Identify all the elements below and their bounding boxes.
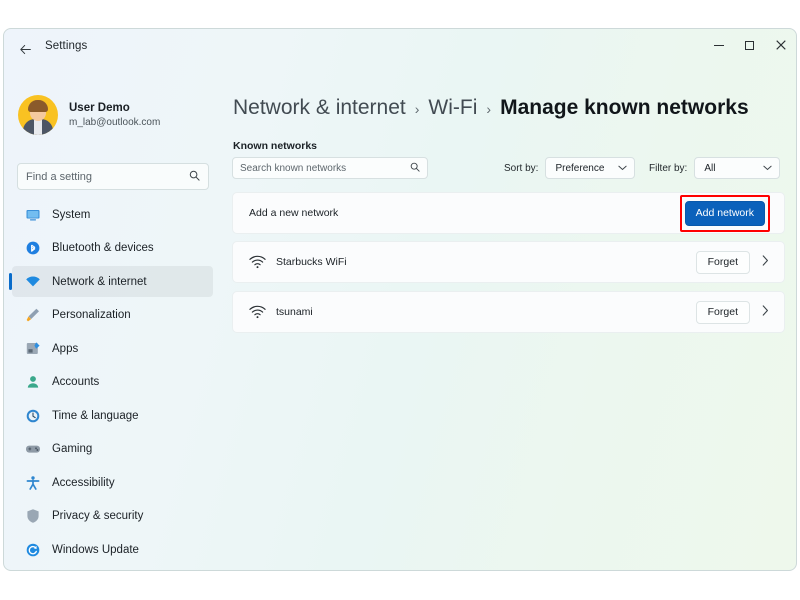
find-a-setting-placeholder: Find a setting — [26, 170, 93, 183]
filter-by-dropdown[interactable]: All — [694, 157, 781, 179]
forget-button[interactable]: Forget — [695, 250, 750, 274]
sidebar-item-label: System — [52, 208, 91, 221]
avatar — [18, 95, 58, 135]
network-name: Starbucks WiFi — [276, 256, 347, 268]
account-block[interactable]: User Demo m_lab@outlook.com — [18, 95, 160, 135]
sort-by-label: Sort by: — [504, 162, 539, 174]
add-new-network-row: Add a new network Add network — [232, 192, 785, 234]
filter-by-label: Filter by: — [649, 162, 688, 174]
sidebar-item-gaming[interactable]: Gaming — [12, 434, 213, 465]
account-name: User Demo — [69, 101, 130, 114]
add-new-network-label: Add a new network — [249, 207, 339, 219]
back-button[interactable] — [12, 37, 38, 61]
sidebar-item-system[interactable]: System — [12, 199, 213, 230]
search-known-networks-placeholder: Search known networks — [240, 162, 347, 174]
network-row[interactable]: tsunami Forget — [232, 291, 785, 333]
sidebar-item-accessibility[interactable]: Accessibility — [12, 467, 213, 498]
chevron-down-icon — [618, 164, 627, 173]
gamepad-icon — [25, 441, 41, 457]
sidebar-item-label: Gaming — [52, 443, 93, 455]
sidebar-item-label: Apps — [52, 342, 79, 355]
chevron-right-icon[interactable] — [762, 305, 769, 319]
update-refresh-icon — [25, 542, 41, 558]
wifi-icon — [249, 255, 266, 270]
sidebar-item-label: Personalization — [52, 309, 131, 321]
shield-icon — [25, 508, 41, 524]
maximize-button[interactable] — [734, 29, 765, 61]
sidebar-item-network-internet[interactable]: Network & internet — [9, 266, 213, 297]
forget-button[interactable]: Forget — [695, 300, 750, 324]
close-button[interactable] — [765, 29, 796, 61]
sidebar-item-apps[interactable]: Apps — [12, 333, 213, 364]
sidebar-item-label: Windows Update — [52, 543, 139, 556]
sidebar-item-time-language[interactable]: Time & language — [12, 400, 213, 431]
network-row[interactable]: Starbucks WiFi Forget — [232, 241, 785, 283]
wifi-icon — [25, 274, 41, 290]
settings-window: Settings User Demo m_lab@outlook.com Fin… — [3, 28, 797, 571]
close-icon — [775, 40, 786, 50]
sidebar-item-privacy-security[interactable]: Privacy & security — [12, 501, 213, 532]
find-a-setting-input[interactable]: Find a setting — [17, 163, 209, 190]
search-known-networks-input[interactable]: Search known networks — [232, 157, 428, 179]
page-title: Manage known networks — [500, 96, 749, 119]
sort-by-value: Preference — [555, 162, 605, 174]
filter-by-group: Filter by: All — [649, 157, 781, 179]
network-name: tsunami — [276, 306, 313, 318]
add-network-button[interactable]: Add network — [684, 200, 765, 226]
breadcrumb-separator: › — [414, 101, 420, 117]
content-area: Network & internet › Wi-Fi › Manage know… — [221, 69, 796, 570]
monitor-icon — [25, 207, 41, 223]
sidebar-item-windows-update[interactable]: Windows Update — [12, 534, 213, 565]
sort-by-group: Sort by: Preference — [504, 157, 636, 179]
sidebar-item-label: Accounts — [52, 376, 100, 388]
sidebar-item-label: Accessibility — [52, 476, 115, 489]
search-icon — [189, 170, 200, 184]
known-networks-label: Known networks — [233, 140, 318, 152]
chevron-down-icon — [763, 164, 772, 173]
breadcrumb: Network & internet › Wi-Fi › Manage know… — [233, 96, 749, 120]
sidebar: User Demo m_lab@outlook.com Find a setti… — [4, 69, 221, 570]
maximize-icon — [745, 40, 754, 50]
sidebar-item-label: Privacy & security — [52, 510, 144, 522]
person-icon — [25, 374, 41, 390]
sidebar-item-accounts[interactable]: Accounts — [12, 367, 213, 398]
wifi-icon — [249, 305, 266, 320]
breadcrumb-separator: › — [486, 101, 492, 117]
minimize-button[interactable] — [703, 29, 734, 61]
chevron-right-icon[interactable] — [762, 255, 769, 269]
add-network-button-wrapper: Add network — [679, 194, 770, 232]
minimize-icon — [713, 44, 724, 46]
account-email: m_lab@outlook.com — [69, 116, 161, 128]
breadcrumb-wifi[interactable]: Wi-Fi — [428, 96, 477, 120]
accessibility-icon — [25, 475, 41, 491]
apps-grid-icon — [25, 341, 41, 357]
sidebar-item-label: Time & language — [52, 409, 139, 422]
sidebar-nav: System Bluetooth & devices Network & int… — [4, 199, 221, 568]
sort-by-dropdown[interactable]: Preference — [545, 157, 636, 179]
back-arrow-icon — [19, 44, 31, 54]
sidebar-item-label: Network & internet — [52, 275, 147, 288]
title-bar: Settings — [4, 29, 796, 69]
sidebar-item-personalization[interactable]: Personalization — [12, 300, 213, 331]
clock-icon — [25, 408, 41, 424]
search-icon — [410, 162, 420, 175]
sidebar-item-bluetooth-devices[interactable]: Bluetooth & devices — [12, 233, 213, 264]
breadcrumb-network-internet[interactable]: Network & internet — [233, 96, 406, 120]
sidebar-item-label: Bluetooth & devices — [52, 242, 154, 254]
app-title: Settings — [45, 40, 88, 52]
paintbrush-icon — [25, 307, 41, 323]
filter-by-value: All — [704, 162, 716, 174]
bluetooth-icon — [25, 240, 41, 256]
